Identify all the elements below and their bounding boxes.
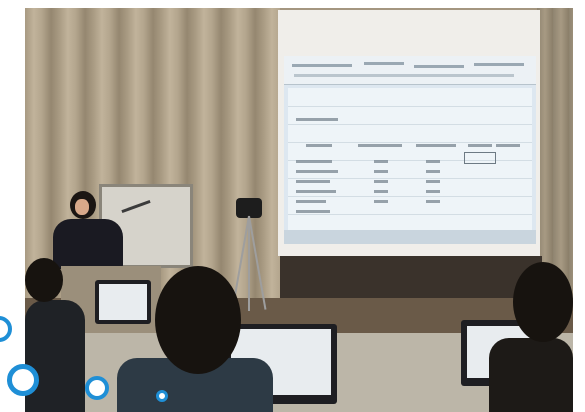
presenter-body bbox=[53, 219, 123, 269]
circle-ring-icon bbox=[0, 316, 12, 342]
taskbar bbox=[284, 230, 536, 244]
audience-member-right bbox=[489, 338, 573, 412]
audience-head-left bbox=[25, 258, 63, 302]
curtain-right bbox=[537, 8, 573, 298]
laptop-left-display bbox=[99, 284, 147, 320]
audience-member-left bbox=[25, 300, 85, 412]
classroom-photo bbox=[25, 8, 573, 412]
circle-ring-icon bbox=[7, 364, 39, 396]
audience-head-center bbox=[155, 266, 241, 374]
spreadsheet-grid bbox=[288, 88, 532, 238]
spreadsheet-ribbon bbox=[284, 56, 536, 85]
circle-dot-icon bbox=[156, 390, 168, 402]
tripod-leg bbox=[248, 216, 250, 311]
audience-head-right bbox=[513, 262, 573, 342]
presenter-face bbox=[75, 199, 89, 215]
circle-ring-icon bbox=[85, 376, 109, 400]
